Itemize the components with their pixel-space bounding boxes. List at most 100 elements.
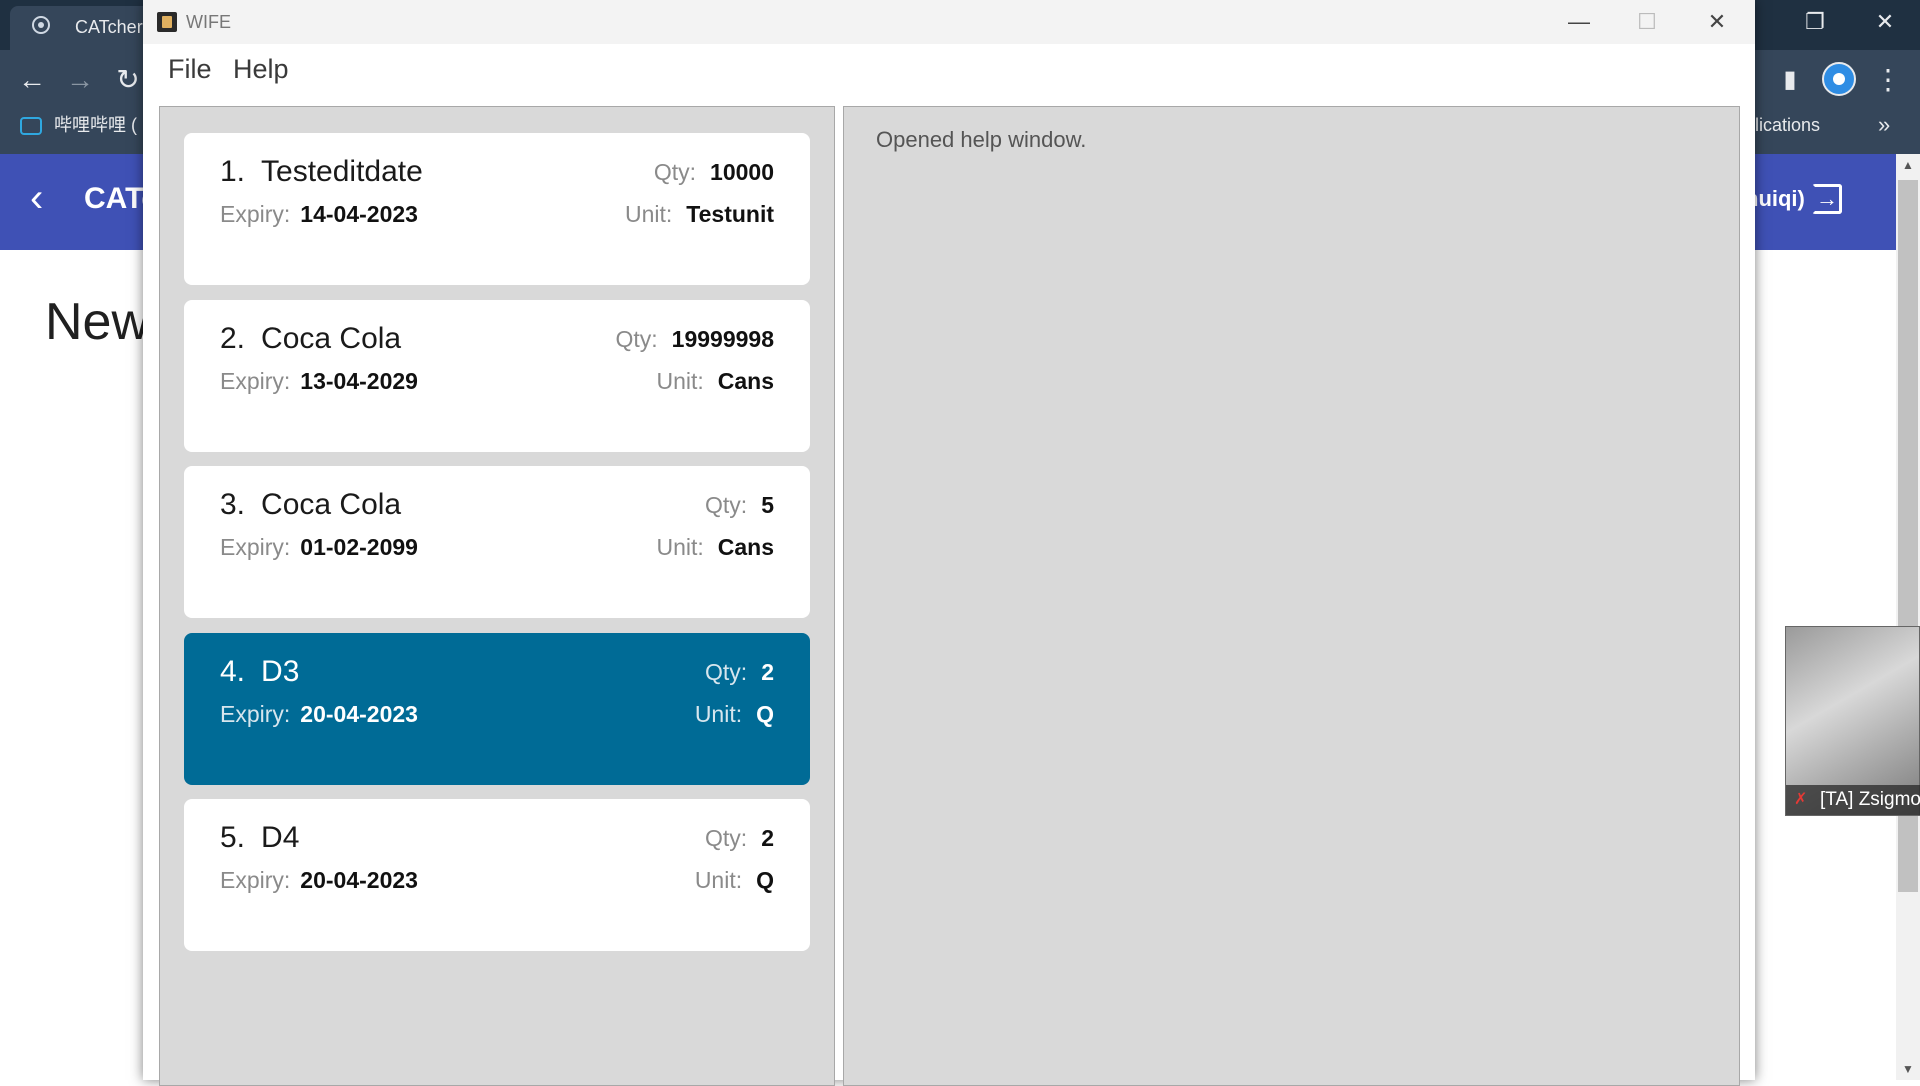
- expiry-label: Expiry:: [220, 534, 291, 560]
- item-list[interactable]: 1. Testeditdate Qty: 10000 Expiry: 14-04-2023…: [159, 106, 835, 1086]
- qty-label: Qty:: [705, 492, 748, 518]
- item-index: 1.: [220, 155, 246, 188]
- expiry-value: 01-02-2099: [300, 534, 418, 560]
- unit-label: Unit:: [656, 534, 704, 560]
- forward-arrow-icon[interactable]: →: [62, 62, 98, 98]
- item-qty: Qty: 10000: [654, 159, 774, 186]
- expiry-label: Expiry:: [220, 368, 291, 394]
- qty-label: Qty:: [615, 326, 658, 352]
- tv-icon: [20, 117, 42, 136]
- bookmark-applications[interactable]: plications: [1745, 108, 1820, 142]
- close-icon[interactable]: ✕: [1683, 0, 1751, 44]
- extension-icon[interactable]: [1822, 62, 1856, 96]
- minimize-icon[interactable]: —: [1545, 0, 1613, 44]
- bookmark-label: 哔哩哔哩 (: [54, 115, 137, 135]
- item-index: 4.: [220, 655, 246, 688]
- logout-icon[interactable]: →: [1812, 184, 1842, 214]
- item-unit: Unit: Q: [695, 701, 774, 728]
- item-index: 3.: [220, 488, 246, 521]
- window-title: WIFE: [186, 12, 231, 32]
- list-item[interactable]: 1. Testeditdate Qty: 10000 Expiry: 14-04-2023…: [184, 133, 810, 285]
- unit-value: Q: [756, 867, 774, 893]
- item-name-text: D4: [261, 821, 300, 854]
- browser-menu-icon[interactable]: ⋮: [1870, 62, 1906, 98]
- app-window: WIFE — ☐ ✕ File Help 1. Testeditdate Qty: 1…: [143, 0, 1755, 1086]
- result-message: Opened help window.: [876, 127, 1087, 152]
- expiry-label: Expiry:: [220, 701, 291, 727]
- item-unit: Unit: Cans: [656, 368, 774, 395]
- item-expiry: Expiry: 14-04-2023: [220, 201, 418, 228]
- item-index: 5.: [220, 821, 246, 854]
- scroll-up-icon[interactable]: ▲: [1896, 158, 1920, 172]
- item-index: 2.: [220, 322, 246, 355]
- item-expiry: Expiry: 01-02-2099: [220, 534, 418, 561]
- catcher-favicon-icon: [32, 16, 50, 34]
- sidepanel-icon[interactable]: ▮: [1772, 62, 1808, 98]
- main-content: 1. Testeditdate Qty: 10000 Expiry: 14-04-2023…: [143, 102, 1755, 1086]
- item-expiry: Expiry: 20-04-2023: [220, 701, 418, 728]
- qty-value: 10000: [710, 159, 774, 185]
- qty-value: 2: [761, 659, 774, 685]
- item-name: 3. Coca Cola: [220, 488, 401, 522]
- bookmark-item[interactable]: 哔哩哔哩 (: [20, 108, 137, 142]
- browser-restore-icon[interactable]: ❐: [1786, 0, 1844, 44]
- qty-label: Qty:: [653, 159, 697, 185]
- bookmark-overflow-icon[interactable]: »: [1878, 108, 1890, 142]
- unit-label: Unit:: [694, 867, 743, 893]
- reload-icon[interactable]: ↻: [110, 62, 146, 98]
- expiry-value: 13-04-2029: [300, 368, 418, 394]
- page-heading: New: [45, 293, 150, 351]
- browser-close-icon[interactable]: ✕: [1856, 0, 1914, 44]
- item-name-text: D3: [261, 655, 300, 688]
- unit-label: Unit:: [656, 368, 704, 394]
- qty-value: 19999998: [671, 326, 774, 352]
- back-arrow-icon[interactable]: ←: [14, 62, 50, 98]
- participant-name: [TA] Zsigmo: [1820, 789, 1920, 810]
- item-unit: Unit: Cans: [656, 534, 774, 561]
- item-name: 2. Coca Cola: [220, 322, 401, 356]
- expiry-label: Expiry:: [220, 867, 291, 893]
- expiry-label: Expiry:: [220, 201, 291, 227]
- item-expiry: Expiry: 20-04-2023: [220, 867, 418, 894]
- chevron-left-icon[interactable]: ‹: [30, 176, 43, 220]
- item-name-text: Testeditdate: [261, 155, 423, 188]
- item-expiry: Expiry: 13-04-2029: [220, 368, 418, 395]
- unit-value: Testunit: [686, 201, 774, 227]
- expiry-value: 14-04-2023: [300, 201, 418, 227]
- expiry-value: 20-04-2023: [300, 867, 418, 893]
- unit-label: Unit:: [624, 201, 673, 227]
- item-name-text: Coca Cola: [261, 488, 402, 521]
- qty-label: Qty:: [705, 825, 748, 851]
- menu-help[interactable]: Help: [233, 54, 289, 85]
- item-unit: Unit: Testunit: [625, 201, 774, 228]
- maximize-icon[interactable]: ☐: [1613, 0, 1681, 44]
- result-display: Opened help window.: [843, 106, 1740, 1086]
- list-item[interactable]: 4. D3 Qty: 2 Expiry: 20-04-2023 Unit: Q: [184, 633, 810, 785]
- qty-label: Qty:: [705, 659, 748, 685]
- item-qty: Qty: 5: [705, 492, 774, 519]
- item-qty: Qty: 19999998: [615, 326, 774, 353]
- video-participant-label: ✗ [TA] Zsigmo: [1786, 785, 1920, 815]
- app-icon: [157, 12, 177, 32]
- item-name: 4. D3: [220, 655, 299, 689]
- scroll-down-icon[interactable]: ▼: [1896, 1062, 1920, 1076]
- window-titlebar[interactable]: WIFE — ☐ ✕: [143, 0, 1755, 44]
- item-unit: Unit: Q: [695, 867, 774, 894]
- qty-value: 5: [761, 492, 774, 518]
- unit-value: Cans: [717, 534, 774, 560]
- list-item[interactable]: 3. Coca Cola Qty: 5 Expiry: 01-02-2099 Unit: Ca…: [184, 466, 810, 618]
- item-name: 5. D4: [220, 821, 299, 855]
- qty-value: 2: [761, 825, 774, 851]
- list-item[interactable]: 5. D4 Qty: 2 Expiry: 20-04-2023 Unit: Q: [184, 799, 810, 951]
- unit-label: Unit:: [694, 701, 743, 727]
- menu-bar: File Help: [143, 44, 1755, 102]
- item-name: 1. Testeditdate: [220, 155, 423, 189]
- mic-off-icon: ✗: [1794, 791, 1808, 808]
- list-item[interactable]: 2. Coca Cola Qty: 19999998 Expiry: 13-04-2029…: [184, 300, 810, 452]
- menu-file[interactable]: File: [168, 54, 212, 85]
- unit-value: Q: [756, 701, 774, 727]
- item-qty: Qty: 2: [705, 659, 774, 686]
- video-call-thumbnail[interactable]: ✗ [TA] Zsigmo: [1785, 626, 1920, 816]
- item-name-text: Coca Cola: [261, 322, 402, 355]
- browser-tab[interactable]: CATcher 3: [10, 6, 160, 50]
